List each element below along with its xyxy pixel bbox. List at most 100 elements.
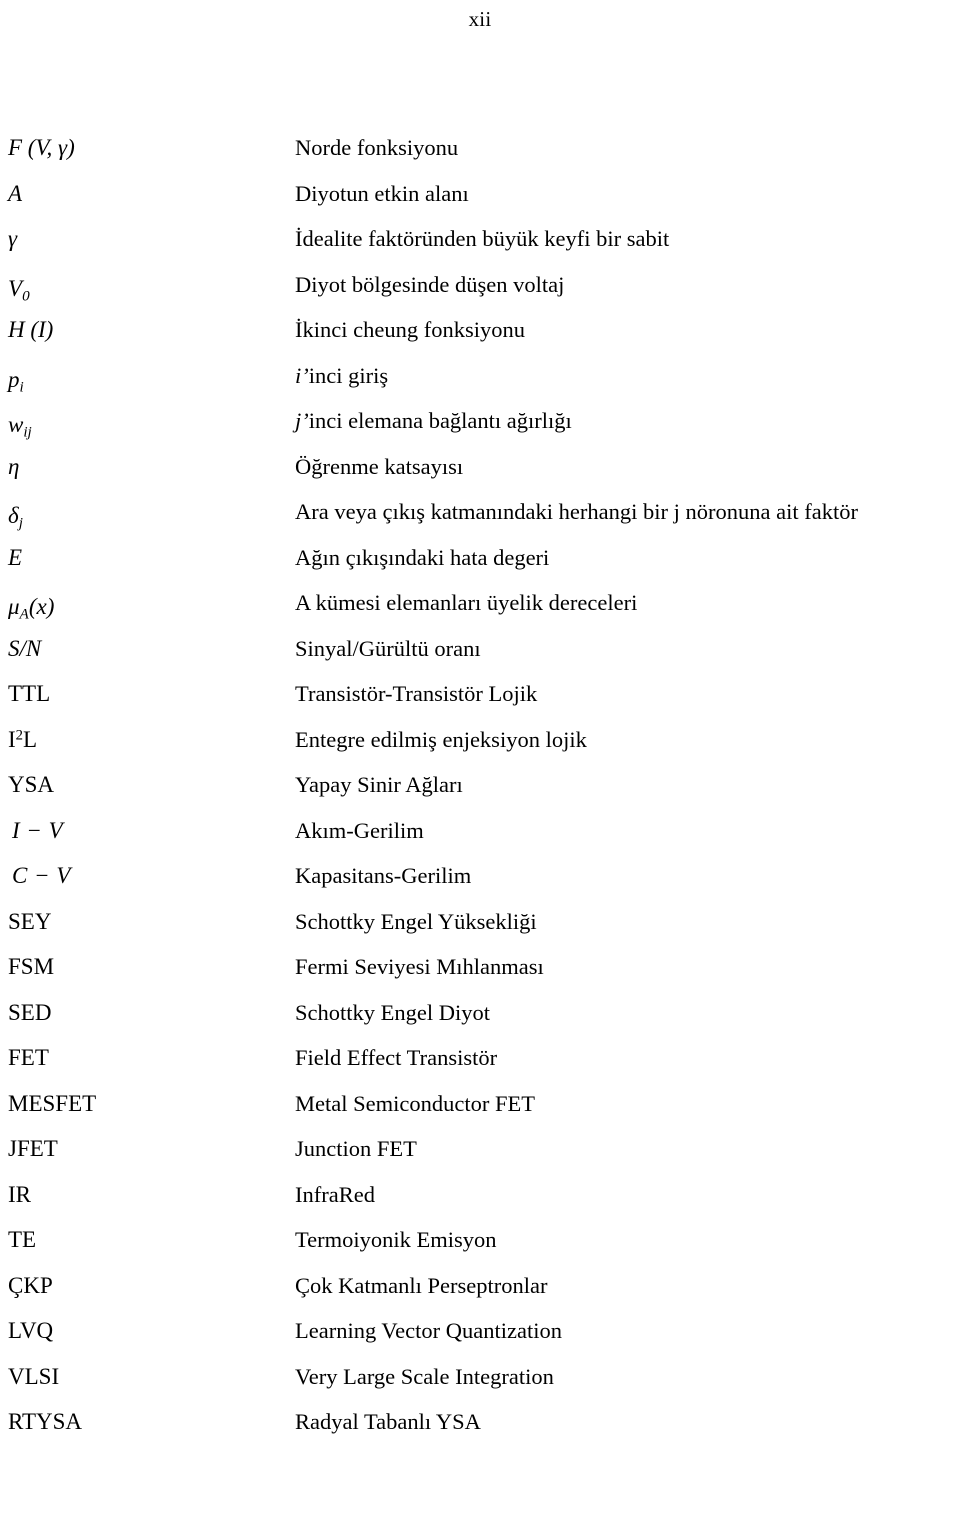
glossary-entry: SEY Schottky Engel Yüksekliği <box>0 907 960 953</box>
description-cell: Schottky Engel Yüksekliği <box>295 907 955 937</box>
symbol-cell: ÇKP <box>8 1272 53 1298</box>
description-text: Yapay Sinir Ağları <box>295 772 463 797</box>
symbol-cell: RTYSA <box>8 1409 83 1434</box>
glossary-list: F (V, γ) Norde fonksiyonu A Diyotun etkin a… <box>0 133 960 1453</box>
description-text: Kapasitans-Gerilim <box>295 863 472 888</box>
symbol-cell: I − V <box>12 817 64 843</box>
description-text: A kümesi elemanları üyelik dereceleri <box>295 590 638 615</box>
glossary-entry: RTYSA Radyal Tabanlı YSA <box>0 1407 960 1453</box>
symbol-subscript: i <box>19 377 24 395</box>
symbol-cell: S/N <box>8 635 42 661</box>
description-text: Metal Semiconductor FET <box>295 1090 535 1116</box>
glossary-entry: E Ağın çıkışındaki hata degeri <box>0 543 960 589</box>
symbol-cell: H (I) <box>8 317 54 342</box>
symbol-cell: SED <box>8 999 52 1025</box>
description-cell: Entegre edilmiş enjeksiyon lojik <box>295 725 955 755</box>
description-lead: j’ <box>295 408 309 433</box>
description-lead: i’ <box>295 362 309 388</box>
glossary-entry: I2L Entegre edilmiş enjeksiyon lojik <box>0 725 960 771</box>
symbol-cell: μA(x) <box>8 594 55 623</box>
description-text: Norde fonksiyonu <box>295 135 459 160</box>
glossary-entry: LVQ Learning Vector Quantization <box>0 1316 960 1362</box>
symbol-cell: V0 <box>8 275 30 304</box>
description-cell: Schottky Engel Diyot <box>295 998 955 1028</box>
description-text: inci elemana bağlantı ağırlığı <box>308 408 572 433</box>
symbol-tail: L <box>23 726 38 752</box>
description-cell: Radyal Tabanlı YSA <box>295 1407 955 1437</box>
glossary-entry: YSA Yapay Sinir Ağları <box>0 770 960 816</box>
symbol-cell: IR <box>8 1181 31 1207</box>
glossary-entry: C − V Kapasitans-Gerilim <box>0 861 960 907</box>
description-cell: Kapasitans-Gerilim <box>295 861 955 891</box>
symbol-cell: γ <box>8 226 18 251</box>
symbol-subscript: j <box>18 514 23 532</box>
symbol-cell: C − V <box>12 863 71 888</box>
symbol-cell: LVQ <box>8 1318 54 1343</box>
description-text: Akım-Gerilim <box>295 817 424 843</box>
description-cell: InfraRed <box>295 1180 955 1210</box>
description-cell: Akım-Gerilim <box>295 816 955 846</box>
symbol-cell: SEY <box>8 908 52 934</box>
description-cell: Norde fonksiyonu <box>295 133 955 163</box>
description-text: InfraRed <box>295 1181 375 1207</box>
glossary-entry: γ İdealite faktöründen büyük keyfi bir sa… <box>0 224 960 270</box>
glossary-entry: F (V, γ) Norde fonksiyonu <box>0 133 960 179</box>
symbol-superscript: 2 <box>15 726 24 743</box>
glossary-entry: A Diyotun etkin alanı <box>0 179 960 225</box>
description-text: İkinci cheung fonksiyonu <box>295 317 525 342</box>
description-cell: Fermi Seviyesi Mıhlanması <box>295 952 955 982</box>
description-cell: Junction FET <box>295 1134 955 1164</box>
glossary-entry: VLSI Very Large Scale Integration <box>0 1362 960 1408</box>
description-cell: Sinyal/Gürültü oranı <box>295 634 955 664</box>
description-cell: Diyot bölgesinde düşen voltaj <box>295 270 955 300</box>
glossary-entry: H (I) İkinci cheung fonksiyonu <box>0 315 960 361</box>
glossary-entry: MESFET Metal Semiconductor FET <box>0 1089 960 1135</box>
symbol-subscript: ij <box>23 423 32 441</box>
symbol-cell: wij <box>8 412 32 441</box>
description-text: Very Large Scale Integration <box>295 1363 554 1389</box>
description-cell: Çok Katmanlı Perseptronlar <box>295 1271 955 1301</box>
description-text: Junction FET <box>295 1136 417 1161</box>
description-text: inci giriş <box>308 362 389 388</box>
glossary-entry: pi i’inci giriş <box>0 361 960 407</box>
glossary-entry: SED Schottky Engel Diyot <box>0 998 960 1044</box>
symbol-cell: YSA <box>8 772 55 797</box>
description-cell: Metal Semiconductor FET <box>295 1089 955 1119</box>
document-page: xii F (V, γ) Norde fonksiyonu A Diyotun etk… <box>0 0 960 1518</box>
description-cell: i’inci giriş <box>295 361 955 391</box>
description-cell: İkinci cheung fonksiyonu <box>295 315 955 345</box>
symbol-cell: E <box>8 544 23 570</box>
description-cell: Transistör-Transistör Lojik <box>295 679 955 709</box>
glossary-entry: TE Termoiyonik Emisyon <box>0 1225 960 1271</box>
description-text: Radyal Tabanlı YSA <box>295 1409 481 1434</box>
glossary-entry: TTL Transistör-Transistör Lojik <box>0 679 960 725</box>
glossary-entry: JFET Junction FET <box>0 1134 960 1180</box>
symbol-cell: FSM <box>8 954 55 979</box>
description-cell: Yapay Sinir Ağları <box>295 770 955 800</box>
description-text: Transistör-Transistör Lojik <box>295 681 538 706</box>
description-text: Sinyal/Gürültü oranı <box>295 635 481 661</box>
description-cell: Ağın çıkışındaki hata degeri <box>295 543 955 573</box>
description-cell: Field Effect Transistör <box>295 1043 955 1073</box>
description-cell: Termoiyonik Emisyon <box>295 1225 955 1255</box>
description-text: Çok Katmanlı Perseptronlar <box>295 1272 548 1298</box>
description-text: Diyot bölgesinde düşen voltaj <box>295 271 565 297</box>
glossary-entry: I − V Akım-Gerilim <box>0 816 960 862</box>
glossary-entry: FET Field Effect Transistör <box>0 1043 960 1089</box>
description-text: Fermi Seviyesi Mıhlanması <box>295 954 544 979</box>
glossary-entry: V0 Diyot bölgesinde düşen voltaj <box>0 270 960 316</box>
symbol-cell: FET <box>8 1045 49 1070</box>
description-text: İdealite faktöründen büyük keyfi bir sab… <box>295 226 670 251</box>
description-text: Field Effect Transistör <box>295 1045 498 1070</box>
description-cell: İdealite faktöründen büyük keyfi bir sab… <box>295 224 955 254</box>
symbol-cell: JFET <box>8 1136 58 1161</box>
page-number: xii <box>468 7 492 31</box>
description-text: Entegre edilmiş enjeksiyon lojik <box>295 726 587 752</box>
glossary-entry: S/N Sinyal/Gürültü oranı <box>0 634 960 680</box>
description-cell: Diyotun etkin alanı <box>295 179 955 209</box>
description-text: Öğrenme katsayısı <box>295 453 464 479</box>
symbol-subscript: A <box>19 605 29 623</box>
symbol-tail: (x) <box>28 594 55 619</box>
description-cell: Learning Vector Quantization <box>295 1316 955 1346</box>
symbol-cell: A <box>8 180 23 206</box>
